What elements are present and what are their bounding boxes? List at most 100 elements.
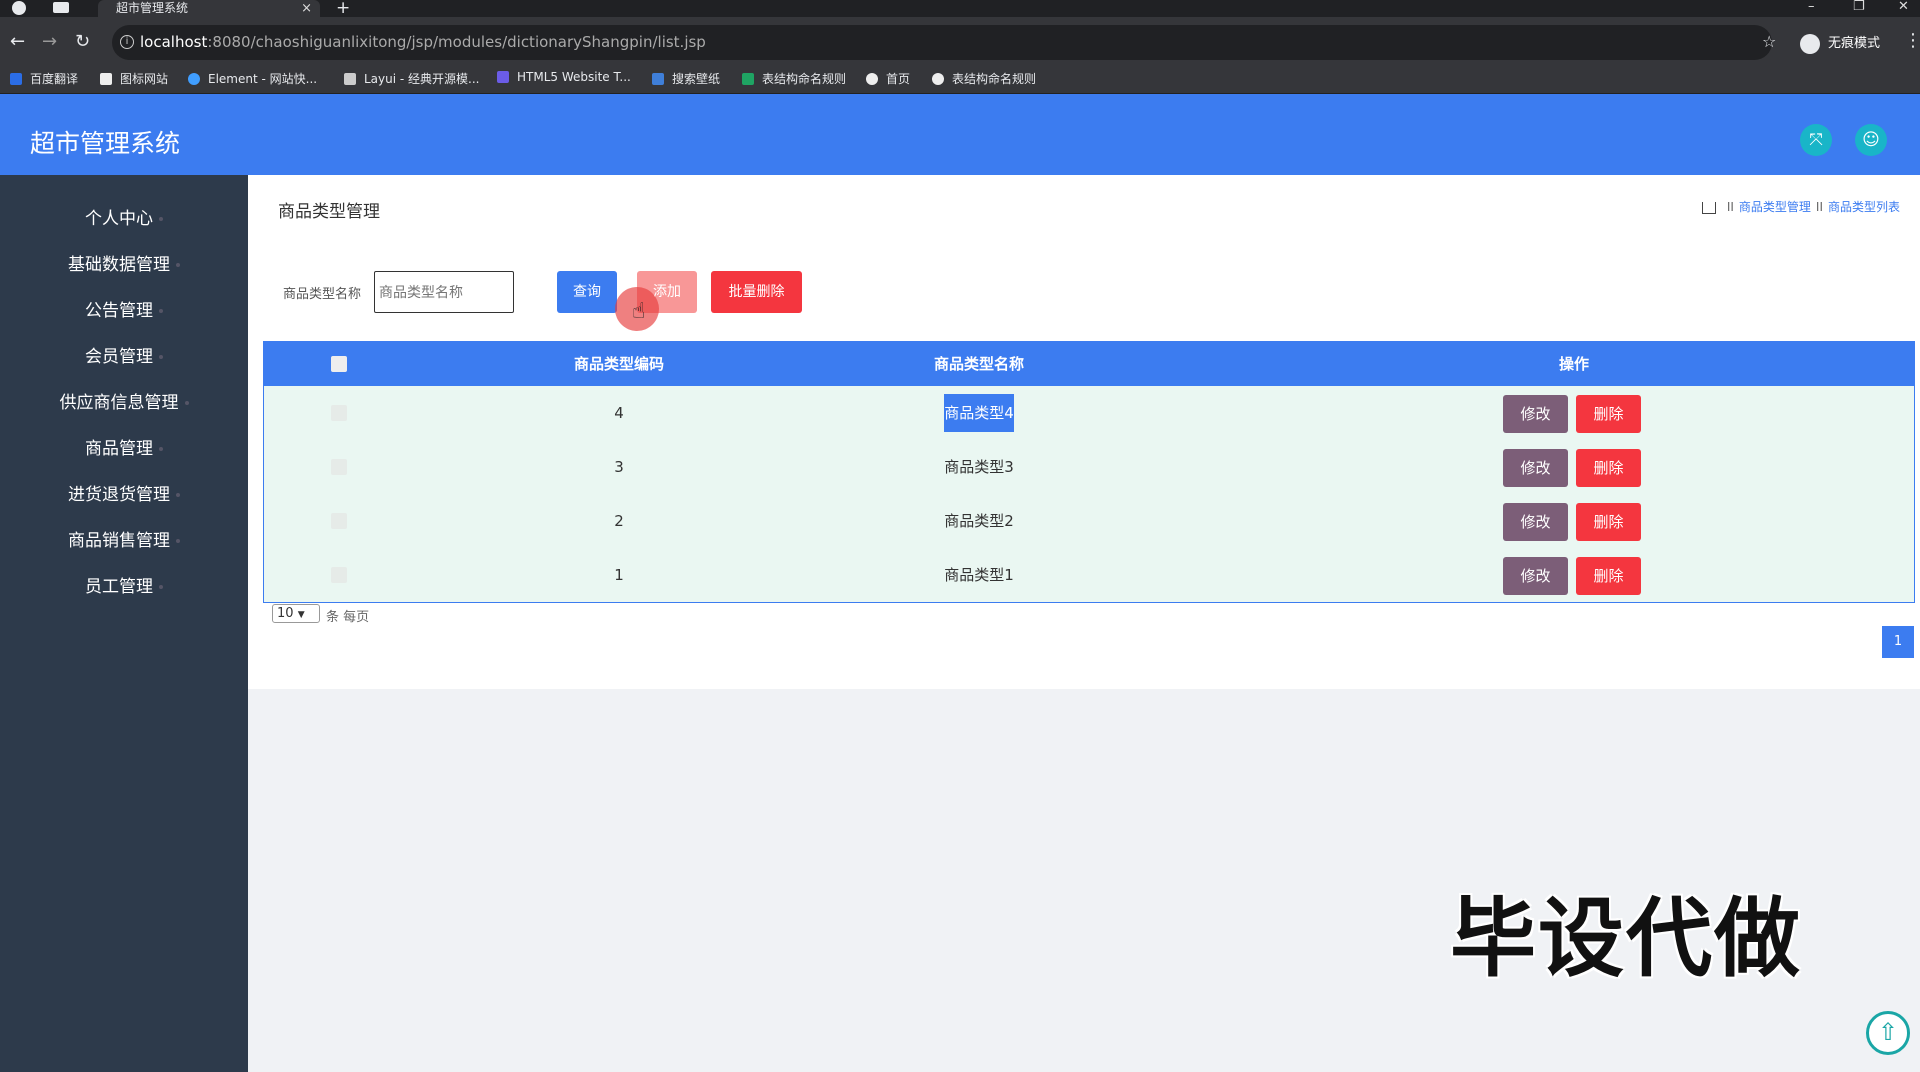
app-header: 超市管理系统 ⤧ ☺ xyxy=(0,94,1920,175)
cell-code: 3 xyxy=(614,458,624,476)
row-checkbox[interactable] xyxy=(331,513,347,529)
sidebar-item-staff[interactable]: 员工管理 xyxy=(0,567,248,607)
table-header: 商品类型编码 商品类型名称 操作 xyxy=(264,342,1914,386)
sidebar-item-suppliers[interactable]: 供应商信息管理 xyxy=(0,383,248,423)
bookmark-favicon-icon xyxy=(188,73,200,85)
forward-icon[interactable]: → xyxy=(42,31,57,52)
app-title: 超市管理系统 xyxy=(30,129,181,158)
edit-button[interactable]: 修改 xyxy=(1503,449,1568,487)
breadcrumb-item[interactable]: 商品类型管理 xyxy=(1739,200,1811,214)
site-info-icon[interactable]: i xyxy=(120,35,134,49)
cell-name: 商品类型2 xyxy=(944,512,1014,530)
sidebar-item-purchase-returns[interactable]: 进货退货管理 xyxy=(0,475,248,515)
bookmark-favicon-icon xyxy=(100,73,112,85)
incognito-indicator[interactable]: 无痕模式 xyxy=(1800,32,1880,54)
chevron-icon xyxy=(159,447,163,451)
edit-button[interactable]: 修改 xyxy=(1503,557,1568,595)
browser-toolbar: ← → ↻ i localhost:8080/chaoshiguanlixito… xyxy=(0,17,1920,67)
select-all-checkbox[interactable] xyxy=(331,356,347,372)
search-label: 商品类型名称 xyxy=(283,287,362,302)
window-minimize-button[interactable]: – xyxy=(1808,0,1815,14)
bookmark-item[interactable]: 表结构命名规则 xyxy=(742,70,846,87)
address-bar[interactable]: i localhost:8080/chaoshiguanlixitong/jsp… xyxy=(112,25,1772,60)
delete-button[interactable]: 删除 xyxy=(1576,395,1641,433)
column-header-actions: 操作 xyxy=(1558,355,1589,373)
bookmark-item[interactable]: 首页 xyxy=(866,70,910,87)
hand-cursor-icon: ☝ xyxy=(632,299,646,324)
row-checkbox[interactable] xyxy=(331,405,347,421)
url-host: localhost xyxy=(140,33,208,51)
sidebar-item-basic-data[interactable]: 基础数据管理 xyxy=(0,245,248,285)
bookmark-item[interactable]: 搜索壁纸 xyxy=(652,70,720,87)
page-size-select[interactable]: 10 ▼ xyxy=(272,604,320,623)
category-table: 商品类型编码 商品类型名称 操作 4 商品类型4 修改 删除 3 商品类型3 修… xyxy=(263,341,1915,603)
row-checkbox[interactable] xyxy=(331,459,347,475)
tab-close-icon[interactable]: × xyxy=(301,0,312,17)
category-name-search-input[interactable] xyxy=(374,271,514,313)
edit-button[interactable]: 修改 xyxy=(1503,395,1568,433)
cell-name: 商品类型4 xyxy=(874,386,1084,440)
bookmark-item[interactable]: 百度翻译 xyxy=(10,70,78,87)
chevron-icon xyxy=(159,309,163,313)
bookmark-favicon-icon xyxy=(866,73,878,85)
bookmark-item[interactable]: 图标网站 xyxy=(100,70,168,87)
table-row: 2 商品类型2 修改 删除 xyxy=(264,494,1914,548)
edit-button[interactable]: 修改 xyxy=(1503,503,1568,541)
user-icon[interactable]: ☺ xyxy=(1855,124,1887,156)
home-icon[interactable] xyxy=(1701,201,1716,214)
window-maximize-button[interactable]: ❐ xyxy=(1853,0,1865,14)
back-to-top-icon[interactable]: ⇧ xyxy=(1866,1011,1910,1055)
chevron-icon xyxy=(176,539,180,543)
batch-delete-button[interactable]: 批量删除 xyxy=(711,271,802,313)
back-icon[interactable]: ← xyxy=(10,31,25,52)
delete-button[interactable]: 删除 xyxy=(1576,449,1641,487)
bookmark-item[interactable]: 表结构命名规则 xyxy=(932,70,1036,87)
chevron-icon xyxy=(176,493,180,497)
bookmark-favicon-icon xyxy=(10,73,22,85)
new-tab-button[interactable]: + xyxy=(336,0,350,18)
reload-icon[interactable]: ↻ xyxy=(75,31,90,52)
breadcrumb: II 商品类型管理 II 商品类型列表 xyxy=(1701,198,1900,215)
chevron-icon xyxy=(159,217,163,221)
incognito-icon xyxy=(1800,33,1820,54)
row-checkbox[interactable] xyxy=(331,567,347,583)
table-row: 3 商品类型3 修改 删除 xyxy=(264,440,1914,494)
sidebar-item-personal-center[interactable]: 个人中心 xyxy=(0,199,248,239)
tab-search-icon[interactable] xyxy=(53,2,69,13)
bookmark-item[interactable]: Element - 网站快... xyxy=(188,70,317,87)
chevron-icon xyxy=(159,355,163,359)
bookmark-favicon-icon xyxy=(497,71,509,83)
selected-text: 商品类型4 xyxy=(944,394,1014,432)
search-button[interactable]: 查询 xyxy=(557,271,617,313)
page-size-label: 条 每页 xyxy=(326,610,370,625)
column-header-name: 商品类型名称 xyxy=(933,355,1024,373)
cell-code: 4 xyxy=(614,404,624,422)
breadcrumb-item[interactable]: 商品类型列表 xyxy=(1828,200,1900,214)
browser-tab[interactable]: 超市管理系统 × xyxy=(98,0,320,17)
sidebar-item-products[interactable]: 商品管理 xyxy=(0,429,248,469)
delete-button[interactable]: 删除 xyxy=(1576,503,1641,541)
bookmark-favicon-icon xyxy=(742,73,754,85)
watermark-text: 毕设代做 xyxy=(1450,889,1802,989)
delete-button[interactable]: 删除 xyxy=(1576,557,1641,595)
chevron-icon xyxy=(159,585,163,589)
pagination-page-button[interactable]: 1 xyxy=(1882,626,1914,658)
chevron-down-icon: ▼ xyxy=(297,610,305,620)
cell-code: 1 xyxy=(614,566,624,584)
page-title: 商品类型管理 xyxy=(278,202,380,222)
bookmark-item[interactable]: HTML5 Website T... xyxy=(497,70,631,84)
window-close-button[interactable]: ✕ xyxy=(1898,0,1909,14)
sidebar-item-members[interactable]: 会员管理 xyxy=(0,337,248,377)
browser-menu-icon[interactable]: ⋮ xyxy=(1904,30,1920,51)
table-row: 1 商品类型1 修改 删除 xyxy=(264,548,1914,602)
bookmark-item[interactable]: Layui - 经典开源模... xyxy=(344,70,479,87)
cell-name: 商品类型1 xyxy=(944,566,1014,584)
sidebar-item-sales[interactable]: 商品销售管理 xyxy=(0,521,248,561)
sidebar-item-announcements[interactable]: 公告管理 xyxy=(0,291,248,331)
bookmark-star-icon[interactable]: ☆ xyxy=(1762,32,1776,51)
incognito-label: 无痕模式 xyxy=(1828,36,1881,51)
bookmark-favicon-icon xyxy=(652,73,664,85)
url-path: :8080/chaoshiguanlixitong/jsp/modules/di… xyxy=(207,33,706,51)
chevron-icon xyxy=(184,401,189,405)
fullscreen-icon[interactable]: ⤧ xyxy=(1800,124,1832,156)
